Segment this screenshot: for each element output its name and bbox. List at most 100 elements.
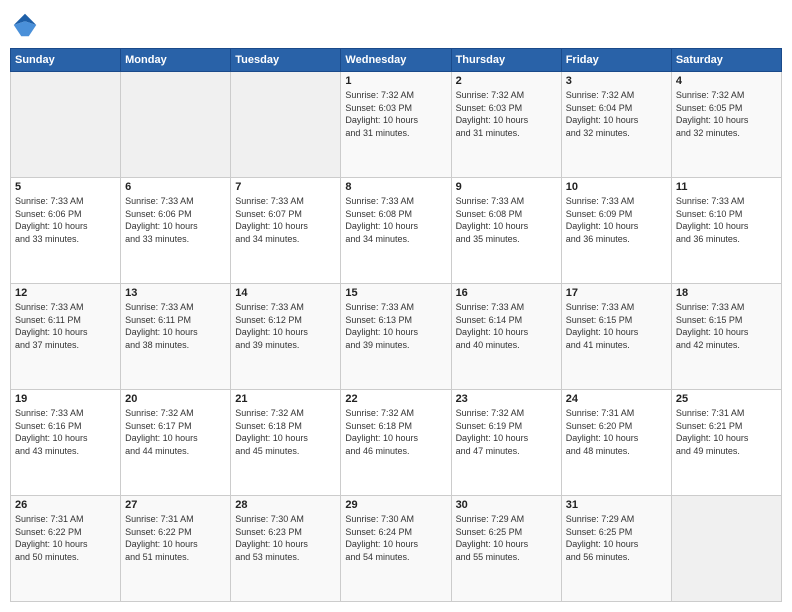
day-info: Sunrise: 7:31 AMSunset: 6:21 PMDaylight:… [676,407,777,457]
day-number: 9 [456,181,557,193]
day-info: Sunrise: 7:33 AMSunset: 6:07 PMDaylight:… [235,195,336,245]
day-number: 11 [676,181,777,193]
calendar-cell: 11 Sunrise: 7:33 AMSunset: 6:10 PMDaylig… [671,178,781,284]
day-number: 25 [676,393,777,405]
day-number: 13 [125,287,226,299]
day-info: Sunrise: 7:32 AMSunset: 6:05 PMDaylight:… [676,89,777,139]
day-number: 5 [15,181,116,193]
calendar-cell: 26 Sunrise: 7:31 AMSunset: 6:22 PMDaylig… [11,496,121,602]
calendar-cell: 8 Sunrise: 7:33 AMSunset: 6:08 PMDayligh… [341,178,451,284]
day-info: Sunrise: 7:30 AMSunset: 6:23 PMDaylight:… [235,513,336,563]
day-info: Sunrise: 7:33 AMSunset: 6:15 PMDaylight:… [676,301,777,351]
day-number: 21 [235,393,336,405]
calendar-cell: 9 Sunrise: 7:33 AMSunset: 6:08 PMDayligh… [451,178,561,284]
day-number: 22 [345,393,446,405]
day-info: Sunrise: 7:33 AMSunset: 6:09 PMDaylight:… [566,195,667,245]
calendar-cell: 18 Sunrise: 7:33 AMSunset: 6:15 PMDaylig… [671,284,781,390]
col-header-saturday: Saturday [671,49,781,72]
calendar-cell: 4 Sunrise: 7:32 AMSunset: 6:05 PMDayligh… [671,72,781,178]
day-number: 7 [235,181,336,193]
calendar-header-row: SundayMondayTuesdayWednesdayThursdayFrid… [11,49,782,72]
day-info: Sunrise: 7:33 AMSunset: 6:11 PMDaylight:… [15,301,116,351]
week-row-2: 5 Sunrise: 7:33 AMSunset: 6:06 PMDayligh… [11,178,782,284]
calendar-cell: 13 Sunrise: 7:33 AMSunset: 6:11 PMDaylig… [121,284,231,390]
day-info: Sunrise: 7:30 AMSunset: 6:24 PMDaylight:… [345,513,446,563]
day-number: 26 [15,499,116,511]
day-number: 3 [566,75,667,87]
day-number: 18 [676,287,777,299]
day-info: Sunrise: 7:32 AMSunset: 6:04 PMDaylight:… [566,89,667,139]
col-header-sunday: Sunday [11,49,121,72]
day-info: Sunrise: 7:33 AMSunset: 6:13 PMDaylight:… [345,301,446,351]
day-info: Sunrise: 7:32 AMSunset: 6:18 PMDaylight:… [345,407,446,457]
header [10,10,782,40]
day-number: 12 [15,287,116,299]
day-number: 24 [566,393,667,405]
day-number: 29 [345,499,446,511]
calendar-cell: 5 Sunrise: 7:33 AMSunset: 6:06 PMDayligh… [11,178,121,284]
col-header-tuesday: Tuesday [231,49,341,72]
day-info: Sunrise: 7:33 AMSunset: 6:16 PMDaylight:… [15,407,116,457]
col-header-friday: Friday [561,49,671,72]
day-number: 14 [235,287,336,299]
day-info: Sunrise: 7:32 AMSunset: 6:19 PMDaylight:… [456,407,557,457]
day-info: Sunrise: 7:29 AMSunset: 6:25 PMDaylight:… [566,513,667,563]
day-info: Sunrise: 7:33 AMSunset: 6:08 PMDaylight:… [345,195,446,245]
calendar-cell: 22 Sunrise: 7:32 AMSunset: 6:18 PMDaylig… [341,390,451,496]
day-number: 30 [456,499,557,511]
page: SundayMondayTuesdayWednesdayThursdayFrid… [0,0,792,612]
calendar-cell [11,72,121,178]
calendar-cell: 2 Sunrise: 7:32 AMSunset: 6:03 PMDayligh… [451,72,561,178]
day-number: 1 [345,75,446,87]
day-info: Sunrise: 7:32 AMSunset: 6:03 PMDaylight:… [345,89,446,139]
day-info: Sunrise: 7:32 AMSunset: 6:18 PMDaylight:… [235,407,336,457]
day-number: 31 [566,499,667,511]
day-number: 10 [566,181,667,193]
day-number: 2 [456,75,557,87]
day-info: Sunrise: 7:33 AMSunset: 6:12 PMDaylight:… [235,301,336,351]
calendar-cell [231,72,341,178]
col-header-thursday: Thursday [451,49,561,72]
calendar-cell [671,496,781,602]
calendar-cell: 31 Sunrise: 7:29 AMSunset: 6:25 PMDaylig… [561,496,671,602]
day-number: 28 [235,499,336,511]
day-info: Sunrise: 7:31 AMSunset: 6:22 PMDaylight:… [125,513,226,563]
calendar-cell: 19 Sunrise: 7:33 AMSunset: 6:16 PMDaylig… [11,390,121,496]
day-number: 17 [566,287,667,299]
calendar-cell: 24 Sunrise: 7:31 AMSunset: 6:20 PMDaylig… [561,390,671,496]
calendar-cell: 23 Sunrise: 7:32 AMSunset: 6:19 PMDaylig… [451,390,561,496]
calendar-cell: 30 Sunrise: 7:29 AMSunset: 6:25 PMDaylig… [451,496,561,602]
day-info: Sunrise: 7:32 AMSunset: 6:03 PMDaylight:… [456,89,557,139]
day-number: 8 [345,181,446,193]
day-info: Sunrise: 7:31 AMSunset: 6:22 PMDaylight:… [15,513,116,563]
day-info: Sunrise: 7:33 AMSunset: 6:10 PMDaylight:… [676,195,777,245]
day-number: 4 [676,75,777,87]
day-info: Sunrise: 7:33 AMSunset: 6:06 PMDaylight:… [125,195,226,245]
day-info: Sunrise: 7:33 AMSunset: 6:15 PMDaylight:… [566,301,667,351]
day-info: Sunrise: 7:32 AMSunset: 6:17 PMDaylight:… [125,407,226,457]
calendar-cell: 17 Sunrise: 7:33 AMSunset: 6:15 PMDaylig… [561,284,671,390]
day-number: 16 [456,287,557,299]
day-info: Sunrise: 7:33 AMSunset: 6:06 PMDaylight:… [15,195,116,245]
calendar-cell: 15 Sunrise: 7:33 AMSunset: 6:13 PMDaylig… [341,284,451,390]
day-info: Sunrise: 7:29 AMSunset: 6:25 PMDaylight:… [456,513,557,563]
week-row-1: 1 Sunrise: 7:32 AMSunset: 6:03 PMDayligh… [11,72,782,178]
col-header-wednesday: Wednesday [341,49,451,72]
week-row-3: 12 Sunrise: 7:33 AMSunset: 6:11 PMDaylig… [11,284,782,390]
calendar-cell: 14 Sunrise: 7:33 AMSunset: 6:12 PMDaylig… [231,284,341,390]
day-info: Sunrise: 7:33 AMSunset: 6:14 PMDaylight:… [456,301,557,351]
calendar-cell: 6 Sunrise: 7:33 AMSunset: 6:06 PMDayligh… [121,178,231,284]
calendar-cell [121,72,231,178]
day-number: 20 [125,393,226,405]
calendar-cell: 27 Sunrise: 7:31 AMSunset: 6:22 PMDaylig… [121,496,231,602]
calendar-cell: 29 Sunrise: 7:30 AMSunset: 6:24 PMDaylig… [341,496,451,602]
day-number: 27 [125,499,226,511]
calendar-cell: 16 Sunrise: 7:33 AMSunset: 6:14 PMDaylig… [451,284,561,390]
logo-icon [10,10,40,40]
logo [10,10,44,40]
day-info: Sunrise: 7:33 AMSunset: 6:08 PMDaylight:… [456,195,557,245]
calendar-cell: 25 Sunrise: 7:31 AMSunset: 6:21 PMDaylig… [671,390,781,496]
col-header-monday: Monday [121,49,231,72]
week-row-5: 26 Sunrise: 7:31 AMSunset: 6:22 PMDaylig… [11,496,782,602]
day-info: Sunrise: 7:31 AMSunset: 6:20 PMDaylight:… [566,407,667,457]
